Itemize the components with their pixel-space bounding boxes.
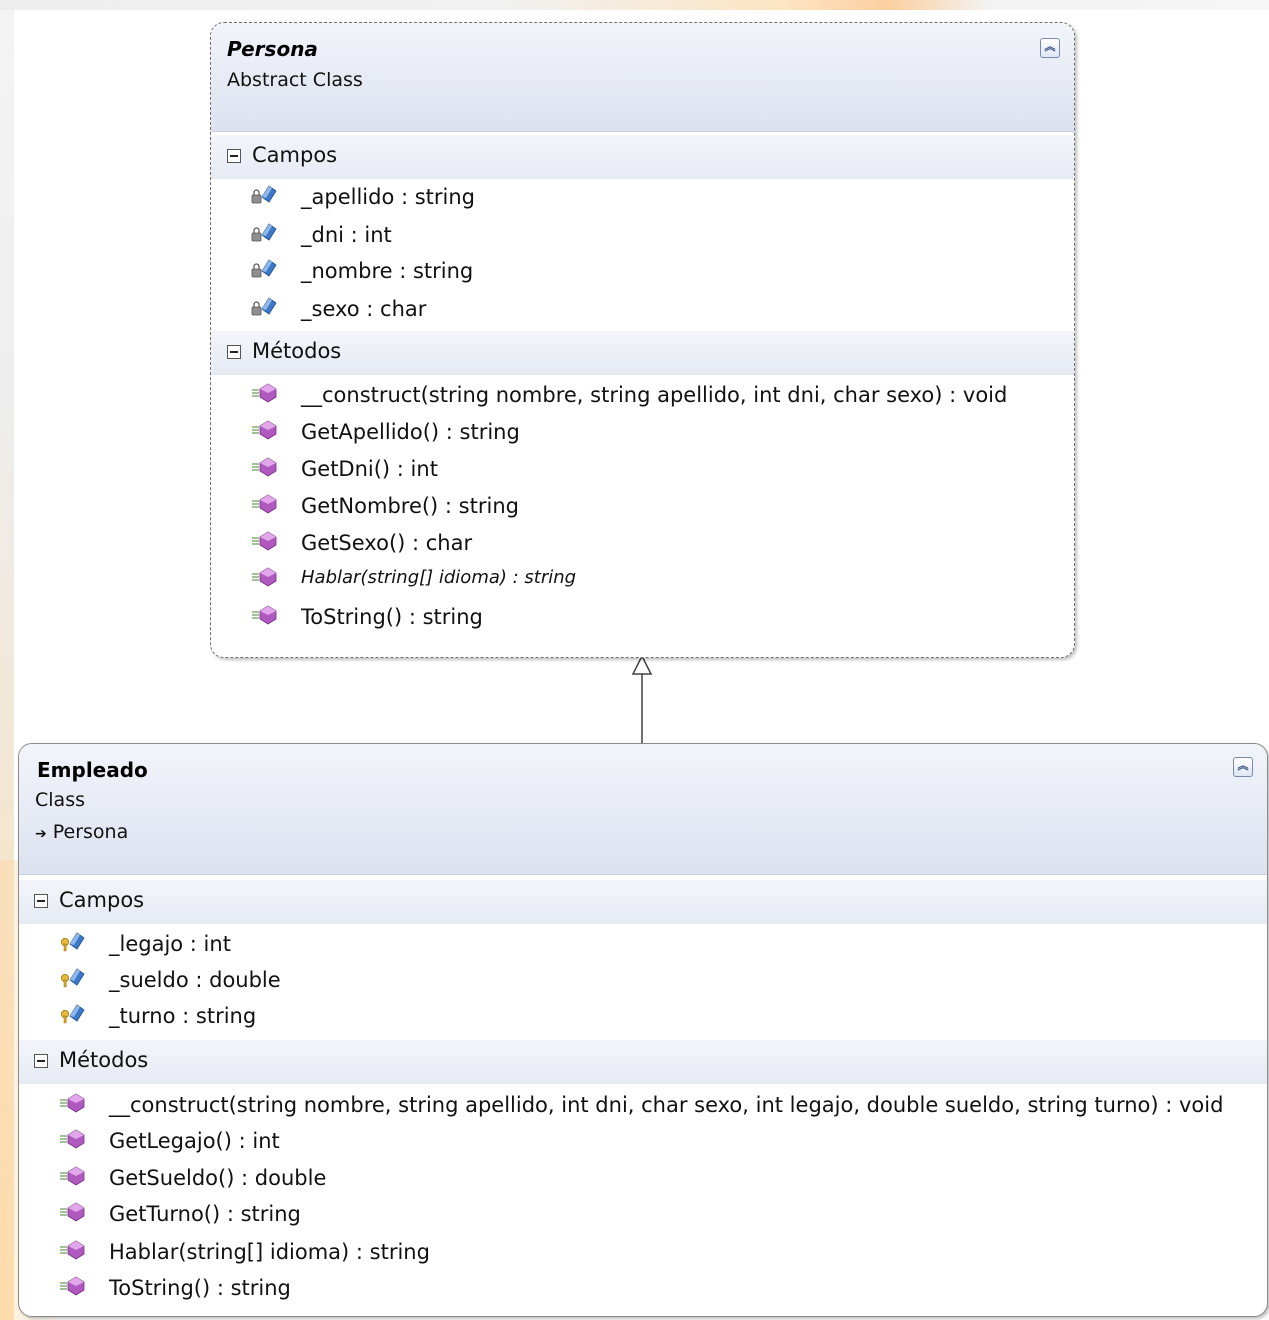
method-icon <box>251 566 281 590</box>
method-icon <box>59 1201 89 1225</box>
method-icon <box>251 530 281 554</box>
protected-field-icon <box>57 1003 87 1027</box>
method-icon <box>59 1275 89 1299</box>
section-minus-icon[interactable] <box>34 1054 48 1068</box>
inheritance-arrow-icon <box>631 654 653 675</box>
method-item[interactable]: GetSexo() : char <box>301 531 472 555</box>
class-name: Empleado <box>37 758 148 782</box>
method-icon <box>59 1092 89 1116</box>
method-item[interactable]: GetSueldo() : double <box>109 1166 326 1190</box>
method-item[interactable]: GetNombre() : string <box>301 494 519 518</box>
method-item[interactable]: GetApellido() : string <box>301 420 520 444</box>
section-label: Métodos <box>252 339 342 363</box>
class-name: Persona <box>227 37 318 61</box>
class-header: Empleado Class ➔ Persona ︽ <box>19 744 1267 875</box>
private-field-icon <box>249 222 279 246</box>
section-header-methods[interactable]: Métodos <box>19 1040 1267 1084</box>
method-item[interactable]: GetDni() : int <box>301 457 438 481</box>
field-item[interactable]: _dni : int <box>301 223 392 247</box>
method-item[interactable]: Hablar(string[] idioma) : string <box>109 1240 430 1264</box>
method-item[interactable]: GetTurno() : string <box>109 1202 301 1226</box>
method-icon <box>251 604 281 628</box>
method-item[interactable]: __construct(string nombre, string apelli… <box>301 383 1007 407</box>
method-item[interactable]: ToString() : string <box>301 605 483 629</box>
method-icon <box>59 1165 89 1189</box>
field-item[interactable]: _apellido : string <box>301 185 475 209</box>
field-item[interactable]: _legajo : int <box>109 932 231 956</box>
private-field-icon <box>249 184 279 208</box>
base-class-name: Persona <box>52 821 129 843</box>
class-kind: Abstract Class <box>227 69 363 91</box>
collapse-chevron-icon[interactable]: ︽ <box>1040 38 1060 58</box>
section-header-fields[interactable]: Campos <box>19 880 1267 924</box>
class-box-persona[interactable]: Persona Abstract Class ︽ Campos _apellid… <box>210 22 1075 658</box>
field-item[interactable]: _sueldo : double <box>109 968 281 992</box>
background-strip-top <box>0 0 1269 10</box>
section-label: Campos <box>252 143 338 167</box>
method-icon <box>251 493 281 517</box>
method-item[interactable]: ToString() : string <box>109 1276 291 1300</box>
protected-field-icon <box>57 931 87 955</box>
class-header: Persona Abstract Class ︽ <box>211 23 1074 132</box>
base-class-ref: ➔ Persona <box>35 821 128 843</box>
section-label: Métodos <box>59 1048 149 1072</box>
section-header-fields[interactable]: Campos <box>211 135 1074 179</box>
method-icon <box>59 1128 89 1152</box>
protected-field-icon <box>57 967 87 991</box>
field-item[interactable]: _nombre : string <box>301 259 473 283</box>
private-field-icon <box>249 258 279 282</box>
method-icon <box>251 382 281 406</box>
section-minus-icon[interactable] <box>227 149 241 163</box>
section-label: Campos <box>59 888 145 912</box>
section-minus-icon[interactable] <box>34 894 48 908</box>
method-icon <box>59 1239 89 1263</box>
method-icon <box>251 419 281 443</box>
method-icon <box>251 456 281 480</box>
field-item[interactable]: _turno : string <box>109 1004 256 1028</box>
inherits-arrow-icon: ➔ <box>35 826 47 842</box>
class-box-empleado[interactable]: Empleado Class ➔ Persona ︽ Campos _legajo… <box>18 743 1268 1317</box>
collapse-chevron-icon[interactable]: ︽ <box>1233 757 1253 777</box>
inheritance-connector <box>631 654 653 746</box>
private-field-icon <box>249 296 279 320</box>
method-item[interactable]: Hablar(string[] idioma) : string <box>301 567 576 588</box>
class-kind: Class <box>35 789 85 811</box>
method-item[interactable]: __construct(string nombre, string apelli… <box>109 1093 1223 1117</box>
field-item[interactable]: _sexo : char <box>301 297 426 321</box>
method-item[interactable]: GetLegajo() : int <box>109 1129 280 1153</box>
section-header-methods[interactable]: Métodos <box>211 331 1074 375</box>
section-minus-icon[interactable] <box>227 345 241 359</box>
